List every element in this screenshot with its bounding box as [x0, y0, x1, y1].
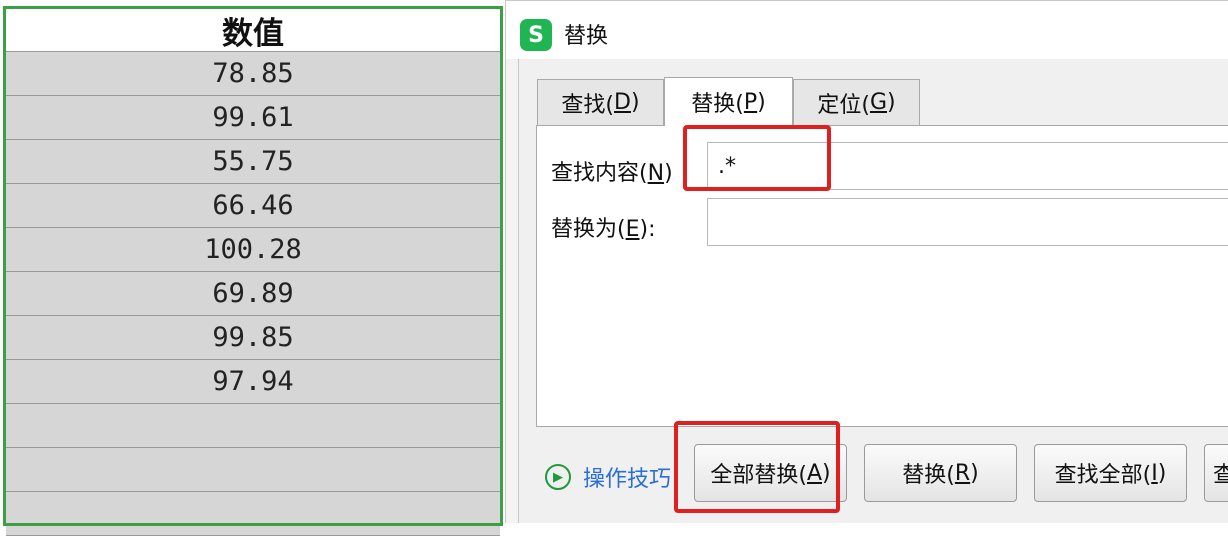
wps-app-icon: S	[520, 19, 552, 51]
spreadsheet-column: 数值 78.85 99.61 55.75 66.46 100.28 69.89 …	[0, 0, 503, 536]
replace-input[interactable]	[707, 198, 1228, 246]
replace-tab-content: 查找内容(N) .* 替换为(E):	[536, 125, 1228, 427]
find-all-button[interactable]: 查找全部(I)	[1034, 444, 1187, 502]
tab-replace[interactable]: 替换(P)	[664, 77, 793, 126]
dialog-titlebar[interactable]: S 替换	[506, 1, 1228, 59]
dialog-title: 替换	[564, 24, 609, 49]
find-label: 查找内容(N)	[551, 161, 673, 186]
replace-dialog: S 替换 查找(D) 替换(P) 定位(G) 查找内容(N) .* 替换为(E)…	[505, 0, 1228, 523]
tips-link[interactable]: ▶ 操作技巧	[545, 461, 671, 493]
find-highlight-box	[683, 125, 831, 191]
play-icon: ▶	[545, 464, 571, 490]
dialog-body: 查找(D) 替换(P) 定位(G) 查找内容(N) .* 替换为(E): ▶ 操…	[518, 59, 1228, 523]
replace-all-highlight-box	[674, 421, 840, 513]
replace-button[interactable]: 替换(R)	[864, 444, 1017, 502]
selection-outline	[3, 6, 503, 526]
find-next-button[interactable]: 查	[1204, 444, 1228, 502]
tab-find[interactable]: 查找(D)	[537, 79, 664, 125]
tab-goto[interactable]: 定位(G)	[793, 79, 920, 125]
tips-label: 操作技巧	[583, 467, 672, 492]
replace-label: 替换为(E):	[551, 217, 656, 242]
